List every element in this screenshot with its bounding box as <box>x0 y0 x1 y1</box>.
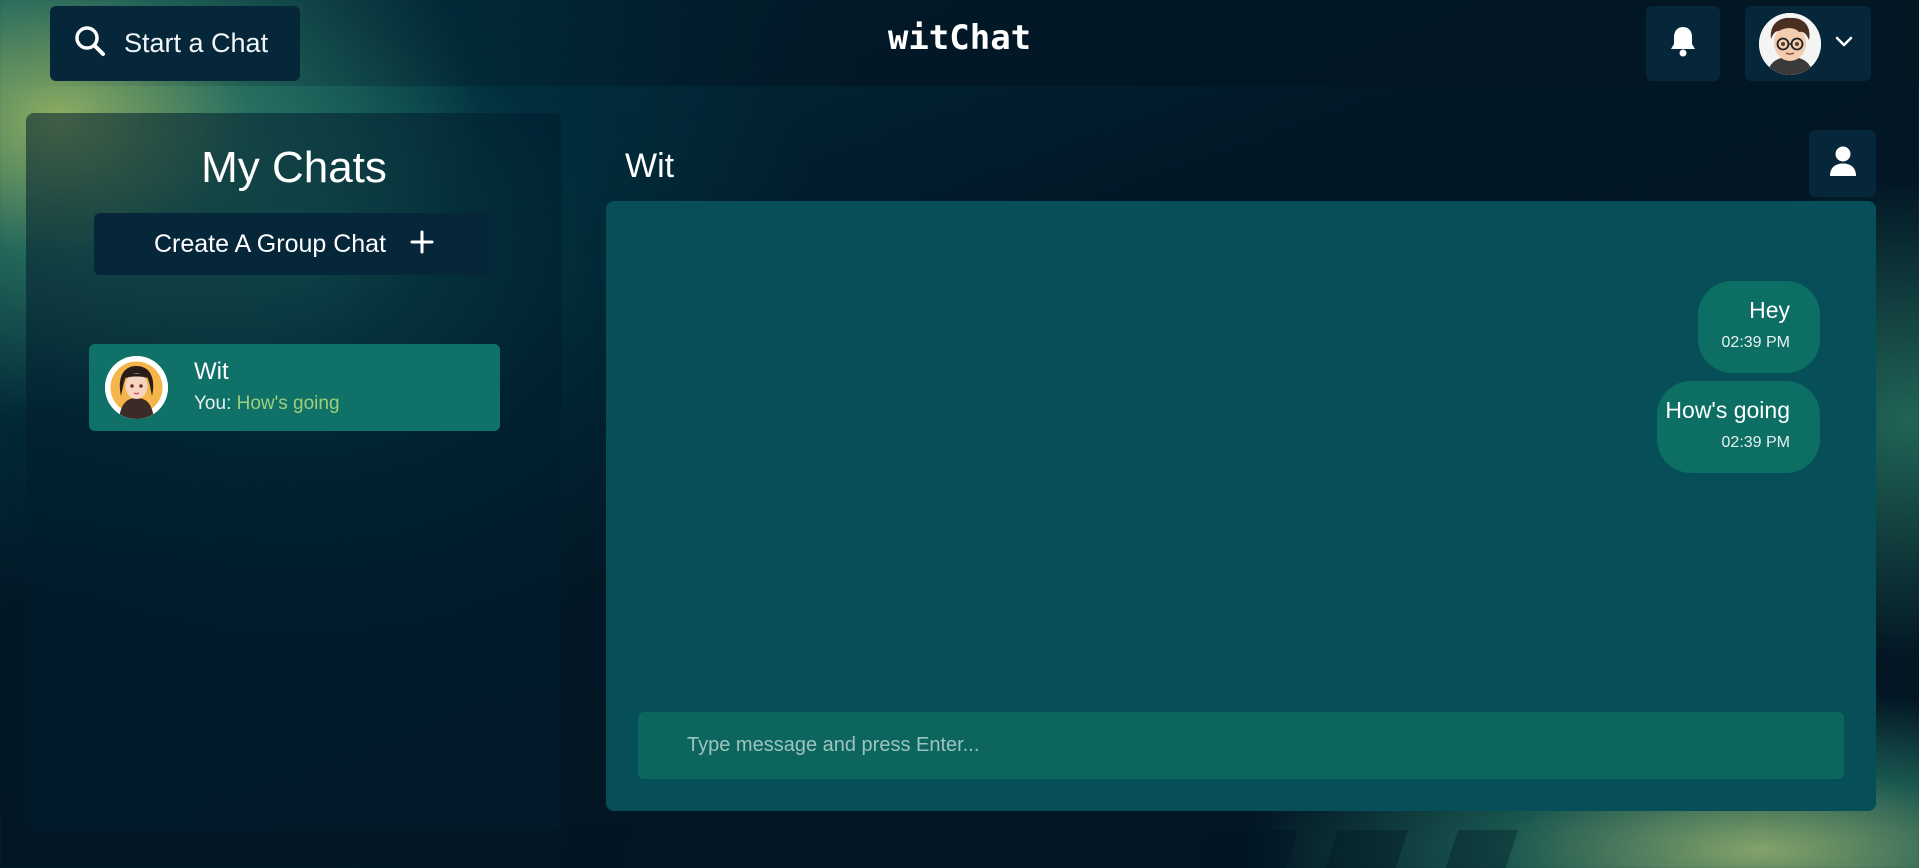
chats-title: My Chats <box>201 143 387 192</box>
chevron-down-icon <box>1835 35 1853 53</box>
chats-panel: My Chats Create A Group Chat Wit You: Ho… <box>26 113 562 830</box>
top-bar: Start a Chat witChat <box>0 0 1919 86</box>
chat-last-message: You: How's going <box>194 393 340 415</box>
start-chat-button[interactable]: Start a Chat <box>50 6 300 81</box>
chat-preview-text: How's going <box>236 393 340 414</box>
search-icon <box>74 25 106 62</box>
message-text: How's going <box>1665 397 1790 423</box>
create-group-chat-button[interactable]: Create A Group Chat <box>94 213 494 275</box>
notifications-button[interactable] <box>1646 6 1720 81</box>
message-input[interactable] <box>638 712 1844 779</box>
chat-name: Wit <box>194 358 229 385</box>
user-icon <box>1828 145 1858 182</box>
background-stripe <box>1191 830 1299 868</box>
create-group-chat-label: Create A Group Chat <box>153 229 387 258</box>
plus-icon <box>410 230 434 259</box>
background-stripe <box>1321 830 1409 868</box>
message-text: Hey <box>1749 297 1790 323</box>
message-time: 02:39 PM <box>1721 434 1790 451</box>
background-stripe <box>550 820 640 868</box>
message-bubble: Hey 02:39 PM <box>1698 281 1820 373</box>
messages-area: Hey 02:39 PM How's going 02:39 PM <box>606 201 1876 811</box>
chat-preview-sender: You: <box>194 393 232 414</box>
profile-menu-button[interactable] <box>1745 6 1871 81</box>
bell-icon <box>1668 25 1698 62</box>
message-bubble: How's going 02:39 PM <box>1657 381 1820 473</box>
background-stripe <box>1441 830 1519 868</box>
avatar <box>105 356 168 419</box>
avatar <box>1759 12 1821 75</box>
conversation-title: Wit <box>625 147 675 185</box>
start-chat-label: Start a Chat <box>124 28 269 58</box>
message-time: 02:39 PM <box>1721 334 1790 351</box>
view-contact-button[interactable] <box>1809 130 1876 197</box>
chat-list-item[interactable]: Wit You: How's going <box>89 344 500 431</box>
